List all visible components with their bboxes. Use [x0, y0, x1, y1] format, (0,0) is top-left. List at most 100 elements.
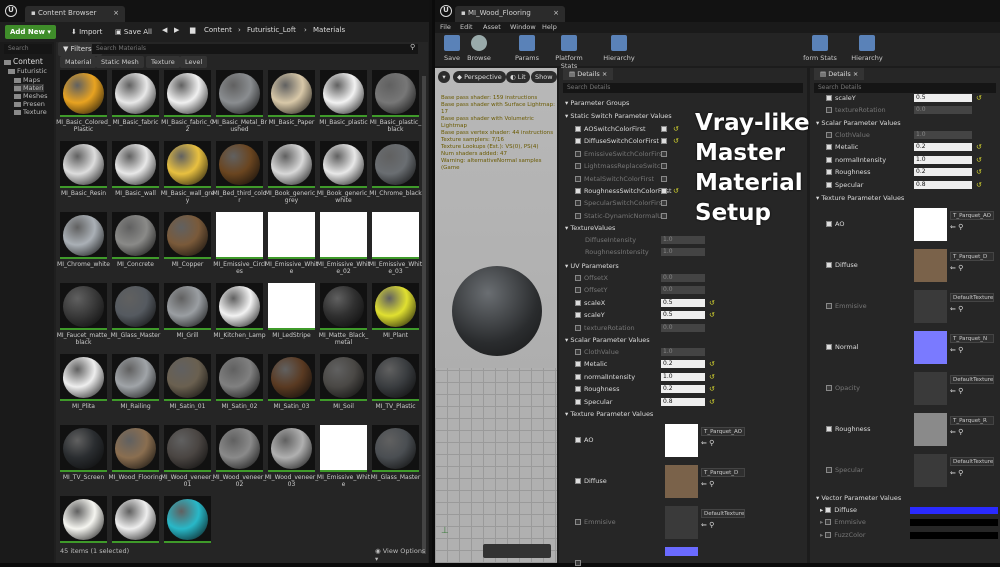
asset-tile[interactable]: MI_Plita	[60, 354, 107, 420]
color-swatch[interactable]	[910, 531, 998, 539]
texture-param-row[interactable]: Roughness	[826, 425, 870, 433]
checkbox[interactable]	[575, 386, 581, 393]
asset-tile[interactable]: MI_Basic_wall_grey	[161, 141, 214, 207]
use-selected-icon[interactable]: ⇐ ⚲	[950, 469, 963, 477]
preview-shape-toolbar[interactable]	[483, 544, 551, 558]
asset-tile[interactable]: MI_Wood_Flooring	[109, 425, 162, 491]
asset-tile[interactable]: MI_Emissive_White_02	[317, 212, 370, 278]
asset-tile[interactable]: MI_Book_generic_grey	[265, 141, 318, 207]
platform-stats-button-2[interactable]: form Stats	[800, 35, 840, 62]
use-selected-icon[interactable]: ⇐ ⚲	[950, 264, 963, 272]
reset-arrow-icon[interactable]: ↺	[976, 181, 982, 189]
reset-arrow-icon[interactable]: ↺	[709, 373, 715, 381]
use-selected-icon[interactable]: ⇐ ⚲	[950, 428, 963, 436]
param-row[interactable]: OffsetX	[575, 274, 608, 282]
texture-values-header[interactable]: ▾ TextureValues	[565, 224, 615, 232]
reset-arrow-icon[interactable]: ↺	[709, 360, 715, 368]
switch-row[interactable]: DiffuseSwitchColorFirst	[575, 137, 659, 145]
reset-arrow-icon[interactable]: ↺	[709, 311, 715, 319]
checkbox[interactable]	[825, 507, 832, 513]
details-search-input[interactable]: Search Details	[563, 83, 803, 93]
asset-tile[interactable]: MI_Plant	[372, 283, 419, 349]
asset-tile[interactable]: MI_Satin_03	[268, 354, 315, 420]
param-row[interactable]: Roughness	[826, 168, 870, 176]
checkbox[interactable]	[575, 275, 581, 281]
param-row[interactable]: Specular	[826, 181, 863, 189]
param-value-field[interactable]: 0.8	[661, 397, 705, 406]
asset-tile[interactable]: MI_Basic_fabric_02	[161, 70, 214, 136]
switch-row[interactable]: SpecularSwitchColorFirst	[575, 199, 665, 207]
tree-search-input[interactable]: Search	[4, 44, 52, 54]
param-value-field[interactable]: 0.5	[914, 94, 972, 102]
param-value-field[interactable]: 0.8	[914, 180, 972, 189]
asset-tile[interactable]: MI_Railing	[112, 354, 159, 420]
param-value-field[interactable]: 0.2	[661, 385, 705, 394]
texture-thumbnail[interactable]	[914, 208, 947, 241]
texture-param-row[interactable]: Specular	[826, 466, 863, 474]
checkbox[interactable]	[826, 156, 832, 163]
param-row[interactable]: Roughness	[575, 385, 619, 393]
hierarchy-button-2[interactable]: Hierarchy	[847, 35, 887, 62]
texture-thumbnail[interactable]	[914, 331, 947, 364]
checkbox[interactable]	[826, 107, 832, 114]
texture-asset-picker[interactable]: T_Parquet_R	[950, 416, 994, 425]
asset-tile[interactable]: MI_Satin_01	[164, 354, 211, 420]
reset-arrow-icon[interactable]: ↺	[976, 94, 982, 102]
checkbox[interactable]	[826, 169, 832, 176]
param-row[interactable]: Metalic	[575, 360, 607, 368]
show-button[interactable]: Show	[531, 71, 557, 83]
switch-value-checkbox[interactable]	[661, 212, 667, 219]
checkbox[interactable]	[575, 560, 581, 566]
checkbox[interactable]	[575, 519, 581, 525]
tree-item[interactable]: Meshes	[14, 92, 48, 100]
asset-tile[interactable]: MI_Book_generic_white	[317, 141, 370, 207]
filter-tab-level[interactable]: Level	[180, 56, 208, 68]
asset-tile[interactable]: MI_Copper	[164, 212, 211, 278]
texture-value-field[interactable]: 1.0	[661, 248, 705, 257]
color-swatch[interactable]	[910, 519, 998, 527]
checkbox[interactable]	[826, 132, 832, 138]
tab-details-2[interactable]: ▤ Details ×	[814, 68, 865, 80]
close-icon[interactable]: ×	[113, 9, 119, 17]
use-selected-icon[interactable]: ⇐ ⚲	[701, 439, 714, 447]
checkbox[interactable]	[826, 221, 832, 227]
asset-tile[interactable]: MI_Concrete	[112, 212, 159, 278]
checkbox[interactable]	[826, 144, 832, 151]
switch-value-checkbox[interactable]	[661, 126, 667, 132]
checkbox[interactable]	[826, 181, 832, 188]
asset-tile[interactable]: MI_Emissive_White	[317, 425, 370, 491]
vector-param-row[interactable]: ▸ FuzzColor	[820, 531, 866, 539]
texture-asset-picker[interactable]: T_Parquet_AO	[701, 427, 745, 436]
param-row[interactable]: scaleX	[575, 299, 605, 307]
reset-arrow-icon[interactable]: ↺	[673, 137, 679, 145]
param-row[interactable]: textureRotation	[826, 106, 886, 114]
checkbox[interactable]	[575, 478, 581, 484]
reset-arrow-icon[interactable]: ↺	[709, 299, 715, 307]
asset-tile[interactable]: MI_Basic_Colored_Plastic	[56, 70, 111, 136]
vector-param-row[interactable]: ▸ Diffuse	[820, 506, 857, 514]
param-row[interactable]: textureRotation	[575, 324, 635, 332]
asset-tile[interactable]: MI_Wood_veneer_02	[213, 425, 266, 491]
menu-edit[interactable]: Edit	[460, 23, 473, 31]
checkbox[interactable]	[575, 349, 581, 355]
checkbox[interactable]	[826, 426, 832, 432]
asset-tile[interactable]: MI_Glass_Master	[111, 283, 160, 349]
asset-tile[interactable]: MI_Emissive_White	[265, 212, 318, 278]
texture-param-row[interactable]: Normal	[826, 343, 859, 351]
texture-value-field[interactable]: 1.0	[661, 236, 705, 244]
param-value-field[interactable]: 0.0	[661, 286, 705, 295]
checkbox[interactable]	[575, 373, 581, 380]
menu-asset[interactable]: Asset	[483, 23, 501, 31]
switch-row[interactable]: Static-DynamicNormalUV	[575, 212, 666, 220]
checkbox[interactable]	[826, 344, 832, 350]
menu-file[interactable]: File	[440, 23, 451, 31]
param-row[interactable]: scaleY	[826, 94, 856, 102]
parameter-groups-header[interactable]: ▾ Parameter Groups	[565, 99, 629, 107]
texture-thumbnail[interactable]	[914, 249, 947, 282]
menu-window[interactable]: Window	[510, 23, 536, 31]
checkbox[interactable]	[826, 467, 832, 473]
switch-row[interactable]: EmissiveSwitchColorFirst	[575, 150, 665, 158]
reset-arrow-icon[interactable]: ↺	[976, 156, 982, 164]
checkbox[interactable]	[825, 531, 832, 538]
reset-arrow-icon[interactable]: ↺	[976, 168, 982, 176]
